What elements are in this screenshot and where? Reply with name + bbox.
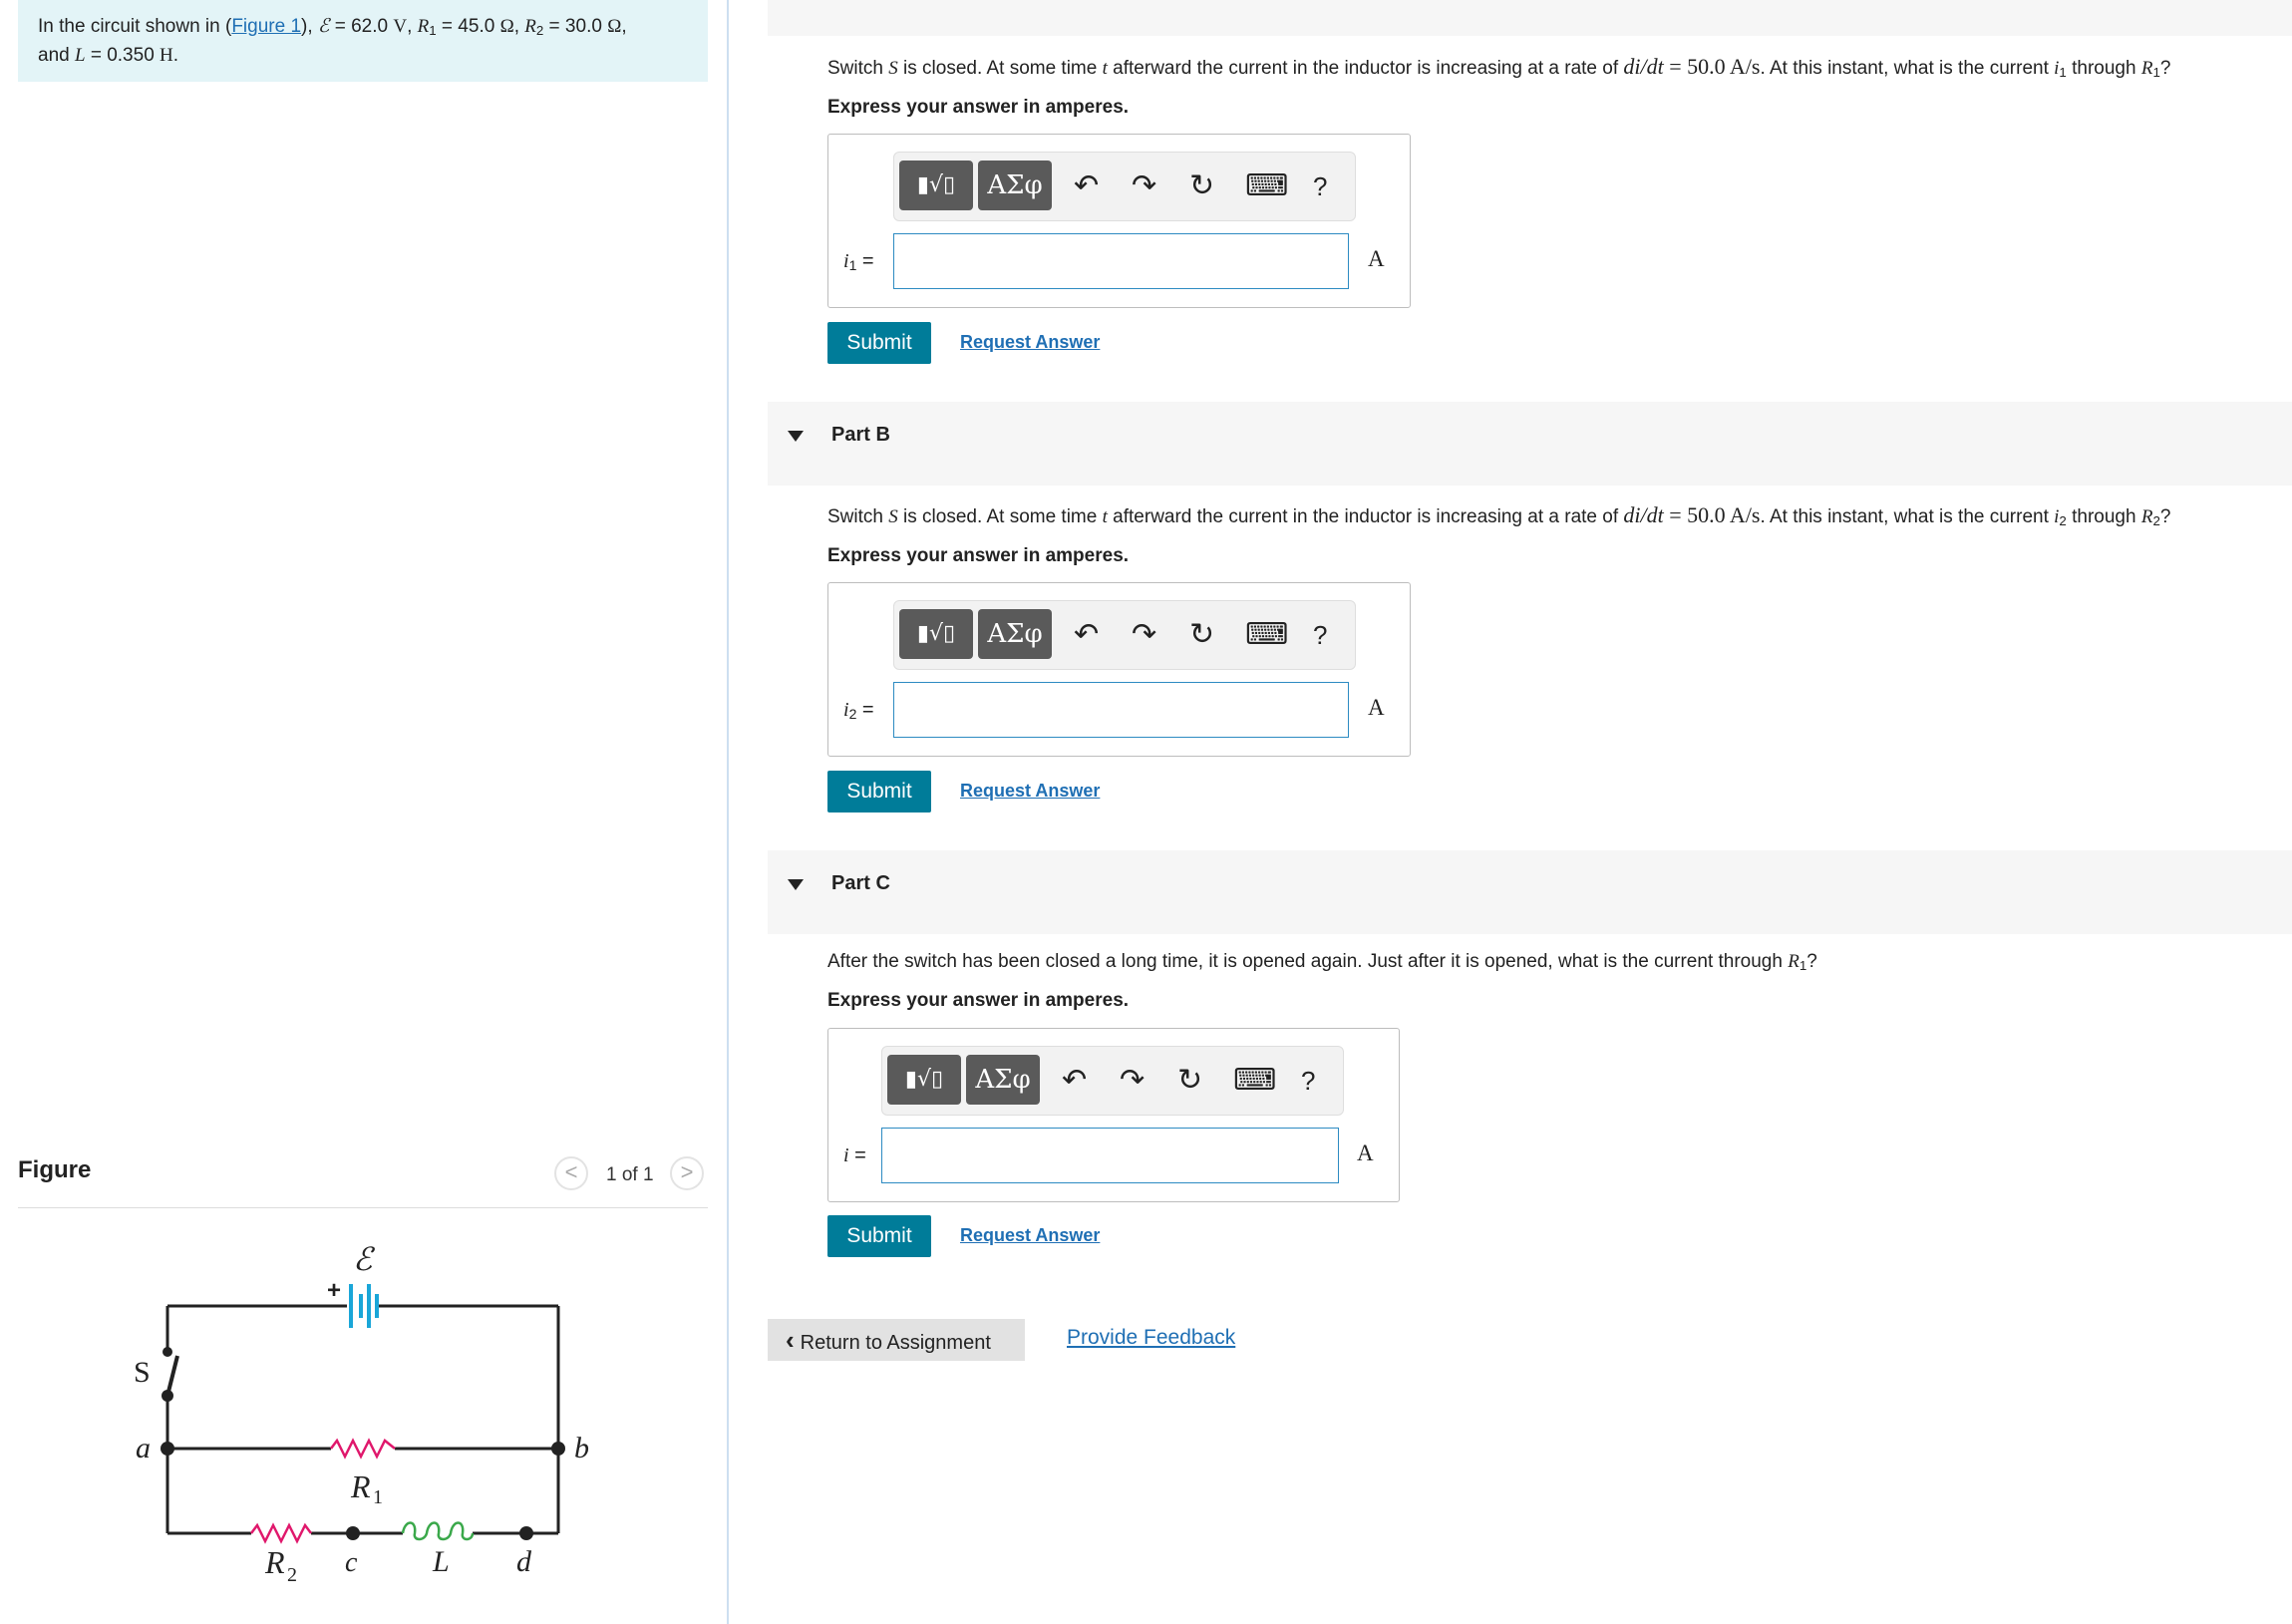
battery-symbol <box>349 1284 379 1328</box>
problem-intro: In the circuit shown in (Figure 1), ℰ = … <box>18 0 708 82</box>
part-b-answer-input[interactable] <box>893 682 1349 738</box>
figure-header: Figure < 1 of 1 > <box>18 1152 708 1208</box>
part-b-express: Express your answer in amperes. <box>827 545 1130 566</box>
inductor-l <box>401 1521 475 1541</box>
provide-feedback-link[interactable]: Provide Feedback <box>1067 1326 1235 1350</box>
templates-button[interactable]: ▮√▯ <box>887 1055 961 1105</box>
part-b-submit-button[interactable]: Submit <box>827 771 931 812</box>
part-c-answer-box: ▮√▯ ΑΣφ ↶ ↷ ↻ ⌨ ? i = A <box>827 1028 1400 1202</box>
greek-symbols-button[interactable]: ΑΣφ <box>978 161 1052 210</box>
svg-text:2: 2 <box>287 1564 297 1586</box>
part-c-title: Part C <box>831 872 890 894</box>
svg-text:R: R <box>350 1468 371 1504</box>
circuit-diagram: ℰ + S a b c d R 1 R 2 L <box>134 1241 589 1586</box>
part-a-math-toolbar: ▮√▯ ΑΣφ ↶ ↷ ↻ ⌨ ? <box>893 152 1356 221</box>
part-a-question: Switch S is closed. At some time t after… <box>827 54 2171 80</box>
part-c-input-label: i = <box>843 1144 866 1166</box>
part-a-unit: A <box>1368 246 1385 271</box>
part-b-request-answer-link[interactable]: Request Answer <box>960 781 1100 802</box>
svg-text:L: L <box>432 1545 450 1578</box>
part-c-submit-button[interactable]: Submit <box>827 1215 931 1257</box>
undo-icon[interactable]: ↶ <box>1074 168 1099 204</box>
reset-icon[interactable]: ↻ <box>1177 1063 1202 1099</box>
figure-title: Figure <box>18 1156 92 1183</box>
caret-down-icon <box>788 879 804 890</box>
redo-icon[interactable]: ↷ <box>1132 617 1156 653</box>
undo-icon[interactable]: ↶ <box>1062 1063 1087 1099</box>
figure-counter: 1 of 1 <box>606 1164 654 1185</box>
part-c-express: Express your answer in amperes. <box>827 990 1130 1011</box>
resistor-r2 <box>250 1522 312 1544</box>
redo-icon[interactable]: ↷ <box>1120 1063 1145 1099</box>
part-b-unit: A <box>1368 695 1385 720</box>
svg-text:d: d <box>516 1545 532 1578</box>
svg-text:S: S <box>134 1356 151 1389</box>
part-c-math-toolbar: ▮√▯ ΑΣφ ↶ ↷ ↻ ⌨ ? <box>881 1046 1344 1116</box>
help-icon[interactable]: ? <box>1313 168 1327 204</box>
part-c-question: After the switch has been closed a long … <box>827 951 1817 973</box>
figure-link[interactable]: Figure 1 <box>231 16 301 37</box>
svg-text:a: a <box>136 1432 151 1464</box>
part-a-request-answer-link[interactable]: Request Answer <box>960 332 1100 353</box>
reset-icon[interactable]: ↻ <box>1189 168 1214 204</box>
help-icon[interactable]: ? <box>1301 1063 1315 1099</box>
part-b-header[interactable]: Part B <box>768 402 2292 486</box>
part-a-answer-box: ▮√▯ ΑΣφ ↶ ↷ ↻ ⌨ ? i1 = A <box>827 134 1411 308</box>
part-b-question: Switch S is closed. At some time t after… <box>827 502 2171 528</box>
part-c-answer-input[interactable] <box>881 1128 1339 1183</box>
svg-text:b: b <box>574 1432 589 1464</box>
redo-icon[interactable]: ↷ <box>1132 168 1156 204</box>
part-a-express: Express your answer in amperes. <box>827 97 1130 118</box>
chevron-right-icon[interactable]: > <box>670 1156 704 1190</box>
resistor-r1 <box>330 1438 396 1460</box>
svg-text:ℰ: ℰ <box>353 1241 376 1277</box>
keyboard-icon[interactable]: ⌨ <box>1245 617 1288 653</box>
greek-symbols-button[interactable]: ΑΣφ <box>978 609 1052 659</box>
svg-text:R: R <box>264 1544 285 1580</box>
part-b-math-toolbar: ▮√▯ ΑΣφ ↶ ↷ ↻ ⌨ ? <box>893 600 1356 670</box>
svg-text:+: + <box>327 1277 341 1304</box>
part-c-header[interactable]: Part C <box>768 850 2292 934</box>
help-icon[interactable]: ? <box>1313 617 1327 653</box>
svg-text:1: 1 <box>373 1486 383 1508</box>
part-a-answer-input[interactable] <box>893 233 1349 289</box>
panel-divider <box>727 0 729 1624</box>
part-c-unit: A <box>1357 1140 1374 1165</box>
part-b-title: Part B <box>831 424 890 446</box>
chevron-left-icon: ‹ <box>786 1325 795 1355</box>
keyboard-icon[interactable]: ⌨ <box>1233 1063 1276 1099</box>
part-c-request-answer-link[interactable]: Request Answer <box>960 1225 1100 1246</box>
part-a-header <box>768 0 2292 36</box>
greek-symbols-button[interactable]: ΑΣφ <box>966 1055 1040 1105</box>
keyboard-icon[interactable]: ⌨ <box>1245 168 1288 204</box>
templates-button[interactable]: ▮√▯ <box>899 161 973 210</box>
part-a-submit-button[interactable]: Submit <box>827 322 931 364</box>
chevron-left-icon[interactable]: < <box>554 1156 588 1190</box>
svg-text:c: c <box>345 1547 358 1578</box>
part-b-input-label: i2 = <box>843 699 874 722</box>
reset-icon[interactable]: ↻ <box>1189 617 1214 653</box>
caret-down-icon <box>788 431 804 442</box>
part-b-answer-box: ▮√▯ ΑΣφ ↶ ↷ ↻ ⌨ ? i2 = A <box>827 582 1411 757</box>
undo-icon[interactable]: ↶ <box>1074 617 1099 653</box>
return-to-assignment-button[interactable]: ‹ Return to Assignment <box>768 1319 1025 1361</box>
templates-button[interactable]: ▮√▯ <box>899 609 973 659</box>
part-a-input-label: i1 = <box>843 250 874 273</box>
